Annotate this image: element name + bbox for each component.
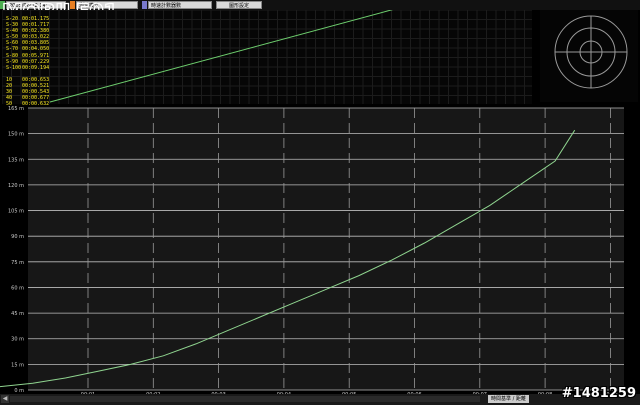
y-tick-label: 15 m xyxy=(11,362,24,368)
graph-settings-button[interactable]: 圖形設定 xyxy=(216,1,262,9)
distance-time-panel: 0 m 15 m 30 m 45 m 60 m 75 m 90 m 105 m 120 m 135… xyxy=(0,104,640,398)
g-sensor-radar xyxy=(540,10,638,102)
y-tick-label: 60 m xyxy=(11,285,24,291)
y-tick-label: 135 m xyxy=(8,157,24,163)
scroll-left-icon[interactable]: ◀ xyxy=(1,395,9,403)
plot-area xyxy=(28,108,624,390)
axis-mode-label[interactable]: 時間基準 / 距離 xyxy=(488,395,529,403)
lap-time-table: S-20 00:01.175 S-30 00:01.717 S-40 00:02.380 S… xyxy=(6,16,49,107)
speed-line xyxy=(49,0,431,103)
distance-graph: 0 m15 m30 m45 m60 m75 m90 m105 m120 m135… xyxy=(0,106,624,398)
y-tick-label: 30 m xyxy=(11,337,24,343)
lap-time: 00:09.194 xyxy=(22,64,50,71)
watermark: #1481259 xyxy=(561,386,636,401)
y-tick-label: 45 m xyxy=(11,311,24,317)
horizontal-scrollbar[interactable] xyxy=(10,396,480,402)
y-tick-label: 150 m xyxy=(8,132,24,138)
counter-indicator xyxy=(142,1,147,9)
status-bar: ◀ 時間基準 / 距離 xyxy=(0,394,640,405)
y-tick-label: 90 m xyxy=(11,234,24,240)
speed-time-panel xyxy=(1,0,532,104)
y-tick-label: 165 m xyxy=(8,106,24,112)
counter-select[interactable]: 時速計數器數 xyxy=(148,1,212,9)
y-tick-label: 75 m xyxy=(11,260,24,266)
y-tick-label: 120 m xyxy=(8,183,24,189)
y-tick-label: 105 m xyxy=(8,209,24,215)
speed-graph xyxy=(1,0,532,104)
